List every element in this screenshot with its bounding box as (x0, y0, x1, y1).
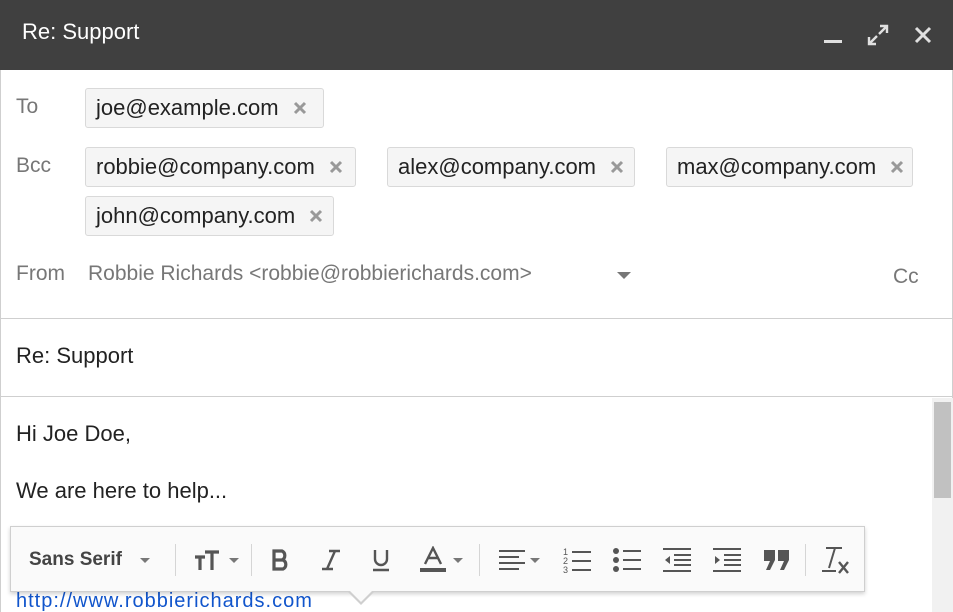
recipient-chip-bcc[interactable]: alex@company.com (387, 147, 635, 187)
recipient-chip-text: robbie@company.com (96, 154, 315, 179)
bold-icon (272, 549, 288, 571)
recipient-chip-text: max@company.com (677, 154, 877, 179)
to-label: To (16, 95, 39, 118)
quote-button[interactable] (759, 542, 795, 578)
close-icon (914, 26, 932, 44)
remove-recipient-icon[interactable] (610, 160, 624, 174)
from-select[interactable]: Robbie Richards <robbie@robbierichards.c… (88, 262, 532, 286)
bcc-label: Bcc (16, 154, 52, 177)
remove-recipient-icon[interactable] (293, 101, 307, 115)
recipient-chip-bcc[interactable]: john@company.com (85, 196, 335, 236)
remove-recipient-icon[interactable] (890, 160, 904, 174)
text-color-button[interactable] (413, 542, 469, 578)
underline-button[interactable] (363, 542, 399, 578)
window-title: Re: Support (22, 19, 140, 44)
indent-less-icon (663, 548, 691, 572)
align-button[interactable] (491, 542, 547, 578)
recipient-chip-text: joe@example.com (96, 95, 279, 120)
numbered-list-icon: 1 2 3 (563, 547, 591, 574)
text-color-icon (420, 546, 446, 572)
divider (0, 396, 953, 397)
body-link[interactable]: http://www.robbierichards.com (16, 590, 313, 612)
popout-button[interactable] (864, 20, 892, 50)
cc-link[interactable]: Cc (893, 265, 919, 289)
close-button[interactable] (909, 20, 937, 50)
scrollbar-thumb[interactable] (934, 402, 951, 498)
svg-text:3: 3 (563, 565, 568, 574)
chevron-down-icon (139, 557, 150, 563)
toolbar-separator (805, 544, 806, 576)
chevron-down-icon (530, 557, 540, 563)
indent-more-icon (713, 548, 741, 572)
bulleted-list-icon (613, 548, 641, 572)
bold-button[interactable] (263, 542, 299, 578)
remove-recipient-icon[interactable] (329, 160, 343, 174)
remove-recipient-icon[interactable] (309, 209, 323, 223)
bulleted-list-button[interactable] (609, 542, 645, 578)
minimize-button[interactable] (819, 20, 847, 50)
toolbar-separator (251, 544, 252, 576)
minimize-icon (824, 40, 842, 43)
quote-icon (764, 550, 789, 570)
indent-less-button[interactable] (659, 542, 695, 578)
toolbar-pointer-inner (349, 590, 373, 602)
recipient-chip-text: alex@company.com (398, 154, 596, 179)
numbered-list-button[interactable]: 1 2 3 (559, 542, 595, 578)
from-label: From (16, 262, 65, 285)
align-icon (499, 550, 525, 570)
chevron-down-icon (453, 557, 463, 563)
recipient-chip-text: john@company.com (96, 203, 296, 228)
chevron-down-icon (229, 557, 239, 563)
toolbar-separator (175, 544, 176, 576)
divider (0, 318, 953, 319)
font-size-icon (195, 550, 219, 570)
compose-titlebar: Re: Support (0, 0, 953, 70)
indent-more-button[interactable] (709, 542, 745, 578)
body-line[interactable]: Hi Joe Doe, (16, 421, 131, 447)
toolbar-separator (479, 544, 480, 576)
chevron-down-icon[interactable] (617, 272, 631, 279)
remove-formatting-icon (822, 547, 849, 574)
underline-icon (373, 550, 389, 572)
subject-field[interactable]: Re: Support (16, 343, 133, 369)
font-size-button[interactable] (186, 542, 246, 578)
font-family-label: Sans Serif (29, 549, 122, 570)
recipient-chip-to[interactable]: joe@example.com (85, 88, 324, 128)
italic-button[interactable] (313, 542, 349, 578)
body-line[interactable]: We are here to help... (16, 478, 227, 504)
popout-icon (867, 24, 889, 46)
formatting-toolbar: Sans Serif 1 2 3 (10, 526, 865, 592)
italic-icon (322, 549, 340, 571)
recipient-chip-bcc[interactable]: max@company.com (666, 147, 914, 187)
remove-formatting-button[interactable] (817, 542, 853, 578)
font-family-select[interactable]: Sans Serif (19, 542, 169, 578)
recipient-chip-bcc[interactable]: robbie@company.com (85, 147, 356, 187)
